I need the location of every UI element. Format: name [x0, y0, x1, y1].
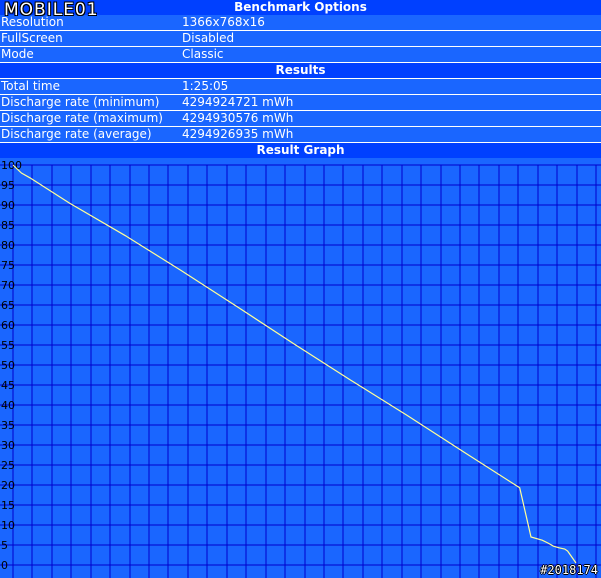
- y-tick-label: 50: [1, 359, 15, 372]
- result-row-discharge-max: Discharge rate (maximum) 4294930576 mWh: [0, 111, 601, 126]
- result-graph: 0510152025303540455055606570758085909510…: [0, 158, 601, 578]
- y-tick-label: 5: [1, 539, 8, 552]
- y-tick-label: 60: [1, 319, 15, 332]
- benchmark-options-title: Benchmark Options: [234, 0, 367, 14]
- option-value: Disabled: [182, 31, 235, 45]
- y-tick-label: 25: [1, 459, 15, 472]
- result-graph-title: Result Graph: [256, 143, 345, 157]
- result-value: 4294926935 mWh: [182, 127, 294, 141]
- results-title: Results: [275, 63, 326, 77]
- logo-text: MOBILE01: [4, 0, 99, 20]
- option-label: FullScreen: [1, 31, 63, 45]
- result-label: Total time: [1, 79, 60, 93]
- result-row-total-time: Total time 1:25:05: [0, 79, 601, 94]
- y-tick-label: 45: [1, 379, 15, 392]
- y-tick-label: 30: [1, 439, 15, 452]
- y-tick-label: 80: [1, 239, 15, 252]
- result-row-discharge-min: Discharge rate (minimum) 4294924721 mWh: [0, 95, 601, 110]
- result-value: 4294930576 mWh: [182, 111, 294, 125]
- result-value: 1:25:05: [182, 79, 229, 93]
- option-label: Mode: [1, 47, 34, 61]
- y-tick-label: 85: [1, 219, 15, 232]
- y-tick-label: 90: [1, 199, 15, 212]
- y-tick-label: 20: [1, 479, 15, 492]
- y-tick-label: 55: [1, 339, 15, 352]
- y-tick-label: 0: [1, 559, 8, 572]
- results-header: Results: [0, 63, 601, 78]
- plot-background: [0, 158, 601, 578]
- mobile01-logo: MOBILE01: [2, 1, 124, 19]
- result-label: Discharge rate (maximum): [1, 111, 163, 125]
- y-tick-label: 35: [1, 419, 15, 432]
- option-value: Classic: [182, 47, 224, 61]
- result-graph-header: Result Graph: [0, 143, 601, 158]
- option-row-fullscreen: FullScreen Disabled: [0, 31, 601, 46]
- result-value: 4294924721 mWh: [182, 95, 294, 109]
- y-tick-label: 10: [1, 519, 15, 532]
- result-label: Discharge rate (average): [1, 127, 152, 141]
- y-tick-label: 95: [1, 179, 15, 192]
- option-row-mode: Mode Classic: [0, 47, 601, 62]
- y-tick-label: 70: [1, 279, 15, 292]
- option-value: 1366x768x16: [182, 15, 265, 29]
- y-tick-label: 15: [1, 499, 15, 512]
- result-label: Discharge rate (minimum): [1, 95, 160, 109]
- y-tick-label: 40: [1, 399, 15, 412]
- y-tick-label: 65: [1, 299, 15, 312]
- result-row-discharge-avg: Discharge rate (average) 4294926935 mWh: [0, 127, 601, 142]
- watermark: #2018174: [540, 563, 598, 577]
- y-tick-label: 75: [1, 259, 15, 272]
